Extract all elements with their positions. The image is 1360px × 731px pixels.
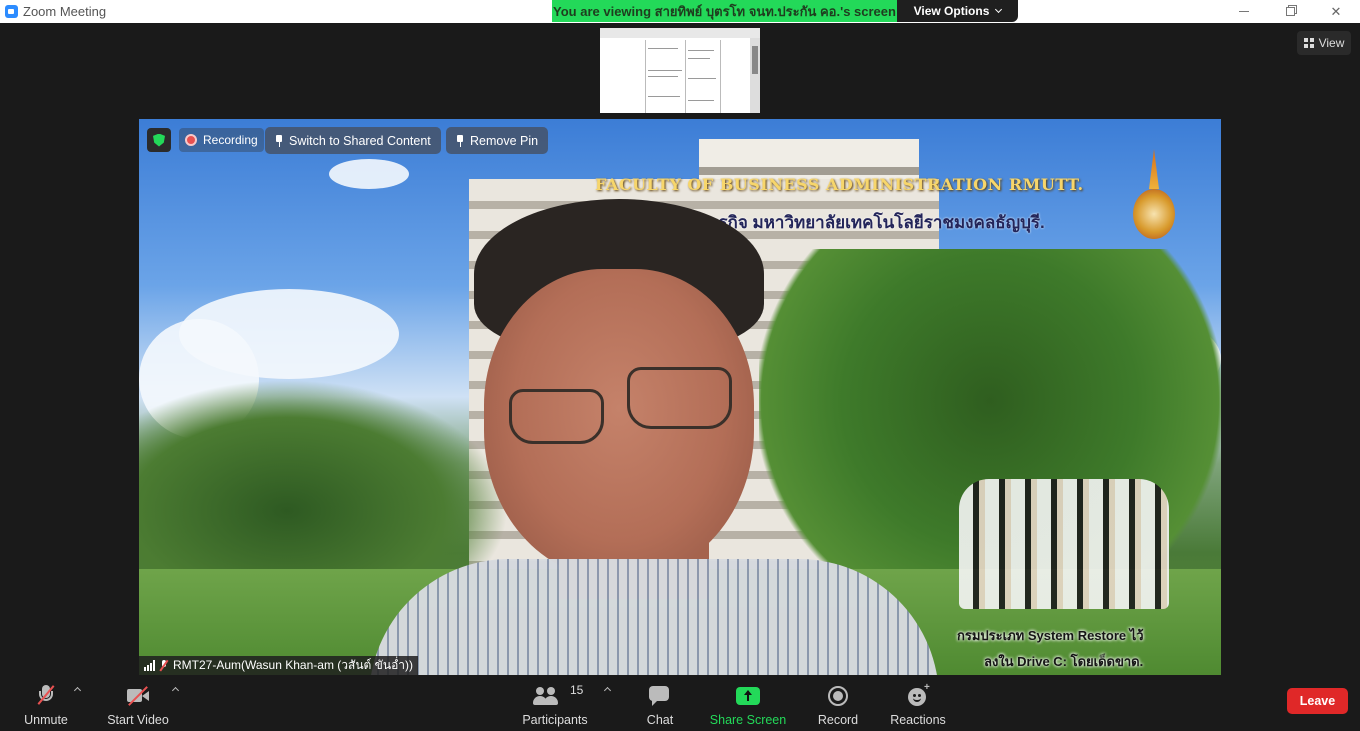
zoom-app-icon: [5, 5, 18, 18]
muted-mic-icon: [160, 660, 168, 671]
chat-icon: [647, 685, 673, 707]
view-label: View: [1318, 36, 1345, 50]
meeting-toolbar: [0, 675, 1360, 731]
chat-label: Chat: [646, 713, 674, 727]
view-options-button[interactable]: View Options: [897, 0, 1018, 22]
reactions-emoji-icon: +: [905, 682, 931, 707]
close-button[interactable]: ✕: [1313, 0, 1359, 23]
participants-icon: [532, 685, 558, 707]
share-screen-icon: [735, 685, 761, 707]
slide-text-line2: ลงใน Drive C: โดยเด็ดขาด.: [984, 654, 1144, 669]
unmute-label: Unmute: [24, 713, 68, 727]
share-screen-button[interactable]: Share Screen: [709, 677, 787, 727]
view-options-label: View Options: [913, 4, 990, 18]
participant-person: [369, 199, 939, 675]
participants-options-chevron-icon[interactable]: [604, 686, 612, 694]
participants-count: 15: [570, 683, 584, 697]
active-speaker-video: FACULTY OF BUSINESS ADMINISTRATION RMUTT…: [139, 119, 1221, 675]
switch-label: Switch to Shared Content: [289, 133, 431, 148]
chat-button[interactable]: Chat: [644, 677, 676, 727]
connection-signal-icon: [144, 660, 155, 671]
start-video-label: Start Video: [107, 713, 169, 727]
faculty-banner-text: FACULTY OF BUSINESS ADMINISTRATION RMUTT…: [595, 175, 1084, 194]
start-video-button[interactable]: Start Video: [106, 677, 170, 727]
share-screen-label: Share Screen: [709, 713, 787, 727]
reactions-label: Reactions: [890, 713, 946, 727]
shared-screen-thumbnail[interactable]: [600, 28, 760, 113]
remove-pin-label: Remove Pin: [470, 133, 539, 148]
audio-options-chevron-icon[interactable]: [74, 686, 82, 694]
leave-button[interactable]: Leave: [1287, 688, 1348, 714]
record-button[interactable]: Record: [816, 677, 860, 727]
recording-indicator[interactable]: Recording: [179, 128, 264, 152]
view-layout-button[interactable]: View: [1297, 31, 1351, 55]
minimize-button[interactable]: [1221, 0, 1267, 23]
slide-text-line1: กรมประเภท System Restore ไว้: [957, 628, 1144, 643]
university-emblem: [1131, 149, 1177, 247]
record-label: Record: [817, 713, 859, 727]
encryption-shield-icon[interactable]: [147, 128, 171, 152]
unmute-button[interactable]: Unmute: [22, 677, 70, 727]
chevron-down-icon: [995, 5, 1003, 14]
reactions-button[interactable]: + Reactions: [890, 677, 946, 727]
grid-view-icon: [1303, 38, 1314, 48]
maximize-button[interactable]: [1267, 0, 1313, 23]
participant-name: RMT27-Aum(Wasun Khan-am (วสันต์ ขันอ่ำ)): [173, 658, 413, 672]
record-icon: [825, 685, 851, 707]
participants-label: Participants: [522, 713, 588, 727]
recording-label: Recording: [203, 133, 258, 147]
window-title: Zoom Meeting: [23, 4, 107, 19]
viewing-banner: You are viewing สายทิพย์ บุตรโท จนท.ประก…: [552, 0, 897, 22]
muted-microphone-icon: [33, 685, 59, 707]
switch-to-shared-content-button[interactable]: Switch to Shared Content: [265, 127, 441, 154]
pin-icon: [456, 134, 464, 147]
pin-icon: [275, 134, 283, 147]
recording-dot-icon: [185, 134, 197, 146]
participant-name-tag: RMT27-Aum(Wasun Khan-am (วสันต์ ขันอ่ำ)): [139, 656, 418, 675]
video-off-icon: [125, 685, 151, 707]
video-options-chevron-icon[interactable]: [172, 686, 180, 694]
remove-pin-button[interactable]: Remove Pin: [446, 127, 549, 154]
